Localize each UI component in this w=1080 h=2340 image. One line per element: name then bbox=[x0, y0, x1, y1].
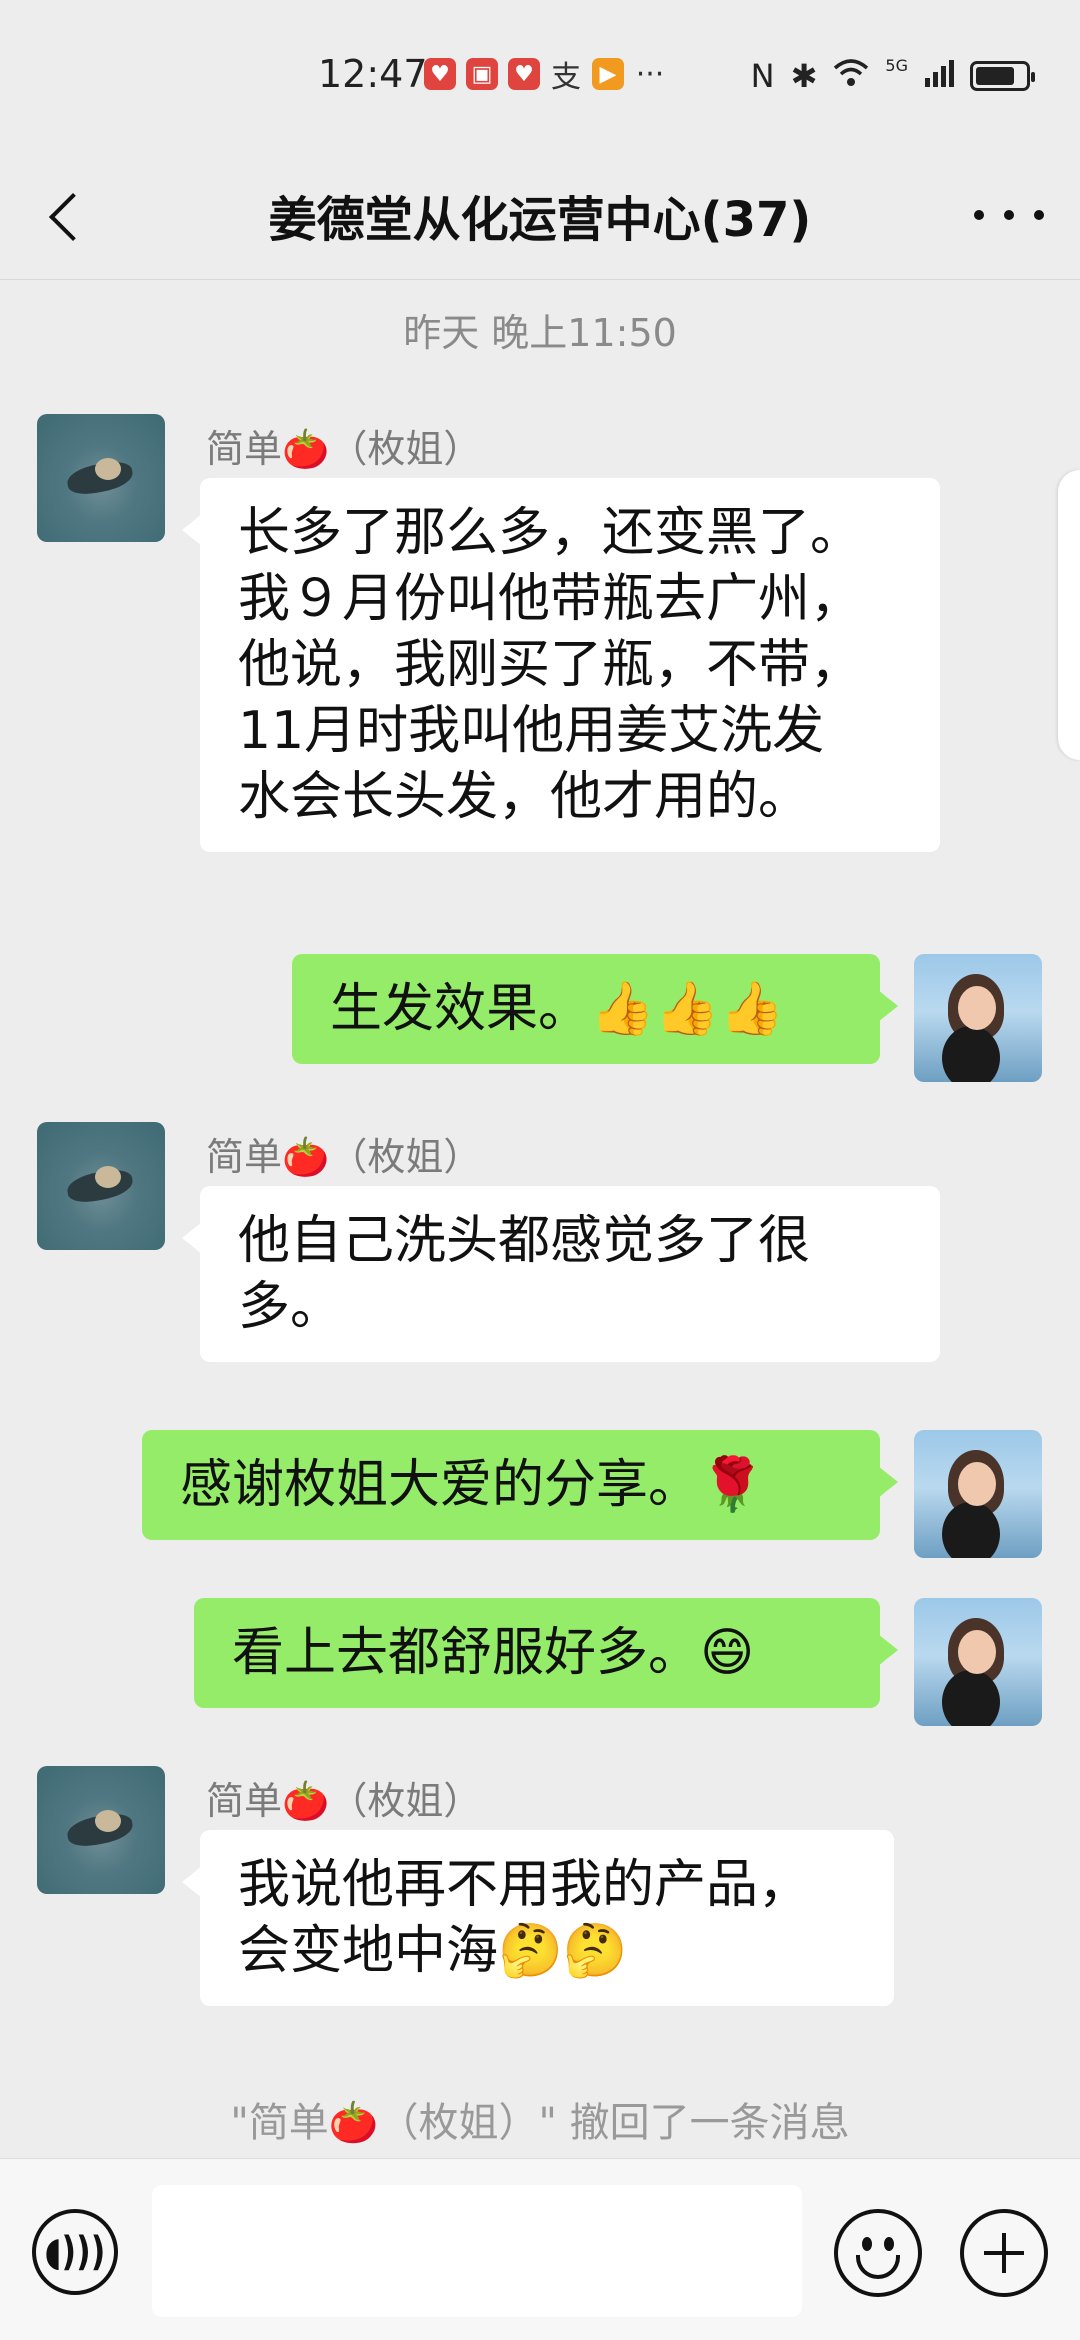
message-bubble-received[interactable]: 我说他再不用我的产品， 会变地中海🤔🤔 bbox=[182, 1830, 894, 2006]
message-bubble-sent[interactable]: 感谢枚姐大爱的分享。🌹 bbox=[142, 1430, 898, 1540]
alipay-icon: 支 bbox=[551, 60, 581, 95]
sender-name: 简单🍅（枚姐） bbox=[206, 1135, 482, 1179]
voice-input-button[interactable]: ◖))) bbox=[32, 2209, 118, 2295]
emoji-eye-icon bbox=[862, 2237, 872, 2251]
message-text: 他自己洗头都感觉多了很 多。 bbox=[238, 1211, 811, 1337]
message-text: 看上去都舒服好多。😄 bbox=[232, 1623, 755, 1683]
message-timestamp: 昨天 晚上11:50 bbox=[403, 311, 677, 355]
emoji-eye-icon bbox=[884, 2237, 894, 2251]
message-text: 长多了那么多，还变黑了。 我９月份叫他带瓶去广州， 他说，我刚买了瓶，不带， 1… bbox=[238, 503, 863, 827]
input-bar: ◖))) bbox=[0, 2158, 1080, 2340]
status-bar: 12:47 ♥ ▣ ♥ 支 ▶ ··· N ✱ 5G bbox=[0, 0, 1080, 150]
my-avatar[interactable] bbox=[914, 1430, 1042, 1558]
sender-avatar[interactable] bbox=[37, 414, 165, 542]
battery-level bbox=[976, 66, 1015, 85]
message-text: 感谢枚姐大爱的分享。🌹 bbox=[180, 1455, 765, 1515]
sender-name: 简单🍅（枚姐） bbox=[206, 427, 482, 471]
status-time: 12:47 bbox=[318, 52, 428, 96]
message-text: 生发效果。👍👍👍 bbox=[330, 979, 785, 1039]
notification-icons: ♥ ▣ ♥ 支 ▶ ··· bbox=[424, 56, 666, 95]
wifi-icon bbox=[833, 58, 869, 93]
recall-notice: "简单🍅（枚姐）" 撤回了一条消息 bbox=[230, 2100, 850, 2146]
message-bubble-received[interactable]: 他自己洗头都感觉多了很 多。 bbox=[182, 1186, 940, 1362]
message-input[interactable] bbox=[152, 2185, 802, 2317]
bluetooth-icon: ✱ bbox=[790, 56, 818, 95]
more-notifications-icon: ··· bbox=[635, 56, 665, 92]
my-avatar[interactable] bbox=[914, 1598, 1042, 1726]
sender-avatar[interactable] bbox=[37, 1766, 165, 1894]
message-bubble-sent[interactable]: 看上去都舒服好多。😄 bbox=[194, 1598, 898, 1708]
pinduoduo-icon: ♥ bbox=[508, 58, 540, 90]
my-avatar[interactable] bbox=[914, 954, 1042, 1082]
chat-title: 姜德堂从化运营中心(37) bbox=[268, 192, 812, 248]
message-bubble-sent[interactable]: 生发效果。👍👍👍 bbox=[292, 954, 898, 1064]
red-book-icon: ▣ bbox=[466, 58, 498, 90]
message-text: 我说他再不用我的产品， 会变地中海🤔🤔 bbox=[238, 1855, 811, 1981]
more-dot-icon bbox=[1004, 210, 1014, 220]
pinduoduo-icon: ♥ bbox=[424, 58, 456, 90]
more-dot-icon bbox=[1034, 210, 1044, 220]
nfc-icon: N bbox=[750, 56, 775, 95]
chat-header: 姜德堂从化运营中心(37) bbox=[0, 150, 1080, 280]
video-icon: ▶ bbox=[592, 58, 624, 90]
sender-name: 简单🍅（枚姐） bbox=[206, 1779, 482, 1823]
scroll-indicator[interactable] bbox=[1058, 470, 1080, 760]
signal-icon bbox=[924, 58, 954, 93]
message-bubble-received[interactable]: 长多了那么多，还变黑了。 我９月份叫他带瓶去广州， 他说，我刚买了瓶，不带， 1… bbox=[182, 478, 940, 852]
emoji-button[interactable] bbox=[834, 2209, 922, 2297]
battery-icon bbox=[970, 60, 1035, 91]
sender-avatar[interactable] bbox=[37, 1122, 165, 1250]
voice-icon: ◖))) bbox=[44, 2229, 106, 2275]
more-dot-icon bbox=[974, 210, 984, 220]
emoji-mouth-icon bbox=[856, 2255, 900, 2279]
more-functions-button[interactable] bbox=[960, 2209, 1048, 2297]
more-options-button[interactable] bbox=[974, 190, 1044, 240]
system-icons: N ✱ 5G bbox=[750, 56, 1035, 95]
network-type-label: 5G bbox=[885, 56, 908, 75]
